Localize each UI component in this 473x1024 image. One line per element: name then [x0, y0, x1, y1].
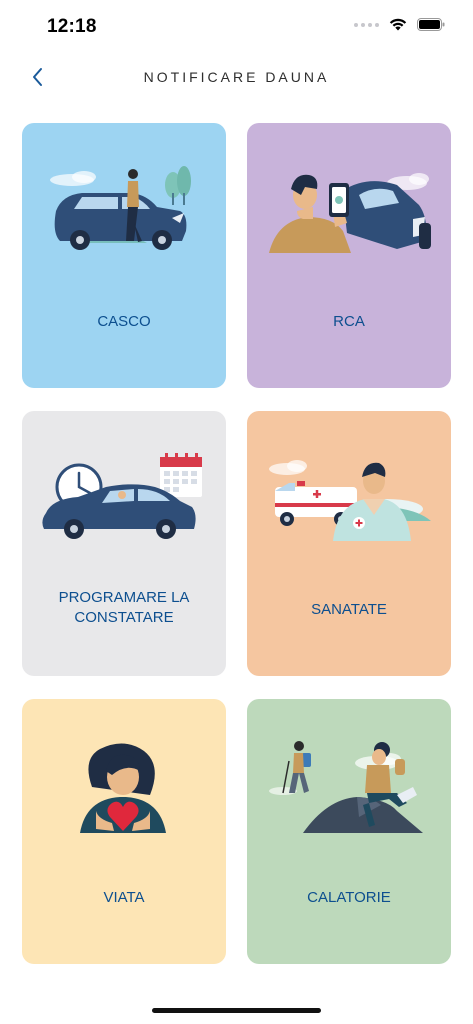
card-casco-label: CASCO [97, 313, 151, 330]
card-calatorie[interactable]: CALATORIE [247, 699, 451, 964]
card-viata-label: VIATA [103, 889, 145, 906]
card-viata[interactable]: VIATA [22, 699, 226, 964]
status-time: 12:18 [47, 16, 97, 37]
wifi-icon [389, 18, 407, 31]
card-programare[interactable]: PROGRAMARE LA CONSTATARE [22, 411, 226, 676]
nav-bar: NOTIFICARE DAUNA [0, 54, 473, 102]
clock-calendar-car-illustration [42, 453, 202, 539]
woman-heart-illustration [80, 743, 166, 833]
card-rca[interactable]: RCA [247, 123, 451, 388]
status-bar: 12:18 [0, 0, 473, 54]
battery-icon [417, 18, 445, 31]
doctor-ambulance-illustration [269, 460, 431, 541]
phone-photo-car-illustration [269, 173, 431, 253]
card-programare-label: PROGRAMARE LA CONSTATARE [58, 589, 190, 626]
card-rca-label: RCA [333, 313, 365, 330]
card-casco[interactable]: CASCO [22, 123, 226, 388]
signal-icon [354, 22, 379, 27]
card-calatorie-label: CALATORIE [307, 889, 391, 906]
hikers-illustration [269, 741, 423, 833]
car-accident-illustration [50, 166, 191, 250]
status-icons [354, 18, 445, 31]
home-indicator[interactable] [152, 1008, 321, 1013]
card-sanatate[interactable]: SANATATE [247, 411, 451, 676]
page-title: NOTIFICARE DAUNA [143, 69, 330, 85]
card-sanatate-label: SANATATE [311, 601, 387, 618]
